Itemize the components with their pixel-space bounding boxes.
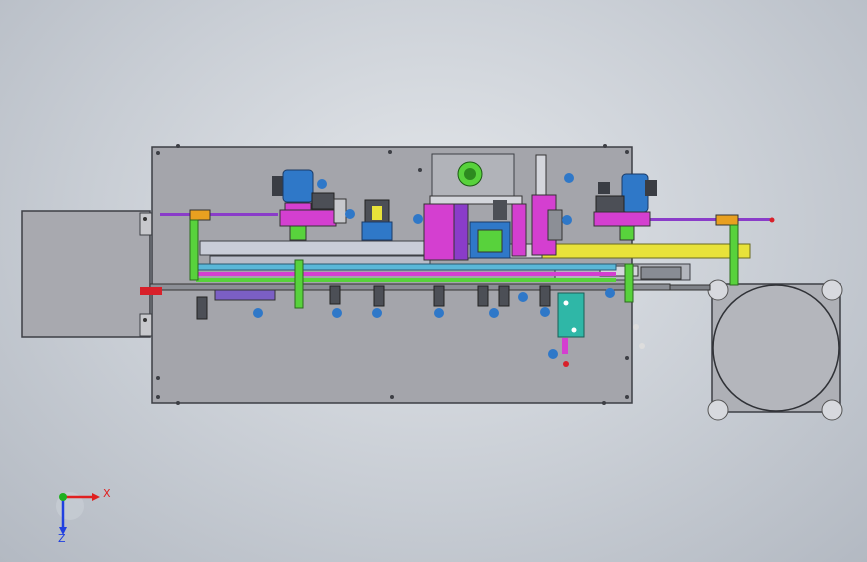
coordinate-triad-icon: X Z [56, 487, 111, 545]
axis-x-label: X [103, 487, 111, 500]
cad-viewport[interactable]: X Z [0, 0, 867, 562]
left-enclosure [21, 210, 161, 338]
axis-z-label: Z [58, 532, 66, 545]
bowl-feeder [619, 279, 843, 421]
assembly-drawing: X Z [21, 144, 843, 545]
